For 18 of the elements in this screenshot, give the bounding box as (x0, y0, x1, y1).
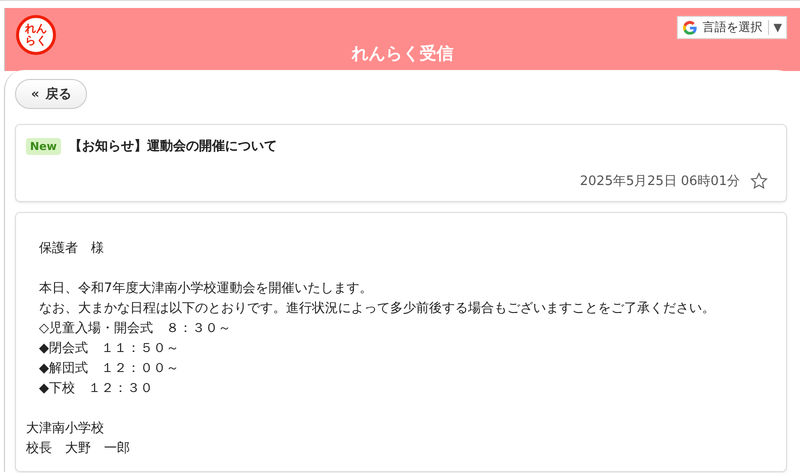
body-text: ◆閉会式 １１：５０～ (39, 340, 180, 358)
star-icon[interactable] (750, 172, 768, 190)
body-text: ◆下校 １２：３０ (39, 380, 154, 398)
body-text: 本日、令和7年度大津南小学校運動会を開催いたします。 (39, 280, 374, 298)
logo: れん らく (16, 15, 56, 55)
message-datetime: 2025年5月25日 06時01分 (580, 173, 740, 190)
body-text: ◇児童入場・開会式 ８：３０～ (39, 320, 232, 338)
new-badge: New (26, 138, 61, 154)
back-button[interactable]: « 戻る (15, 79, 88, 109)
google-icon (682, 20, 698, 36)
body-text: 保護者 様 (39, 240, 105, 258)
language-select[interactable]: 言語を選択 ▼ (676, 16, 787, 39)
page-title: れんらく受信 (352, 43, 454, 65)
signature-text: 大津南小学校 (26, 420, 105, 438)
message-subject: 【お知らせ】運動会の開催について (68, 138, 277, 155)
body-text: なお、大まかな日程は以下のとおりです。進行状況によって多少前後する場合もございますことをご了承ください。 (39, 300, 716, 318)
body-text: ◆解団式 １２：００～ (39, 360, 180, 378)
signature-text: 校長 大野 一郎 (26, 440, 131, 458)
